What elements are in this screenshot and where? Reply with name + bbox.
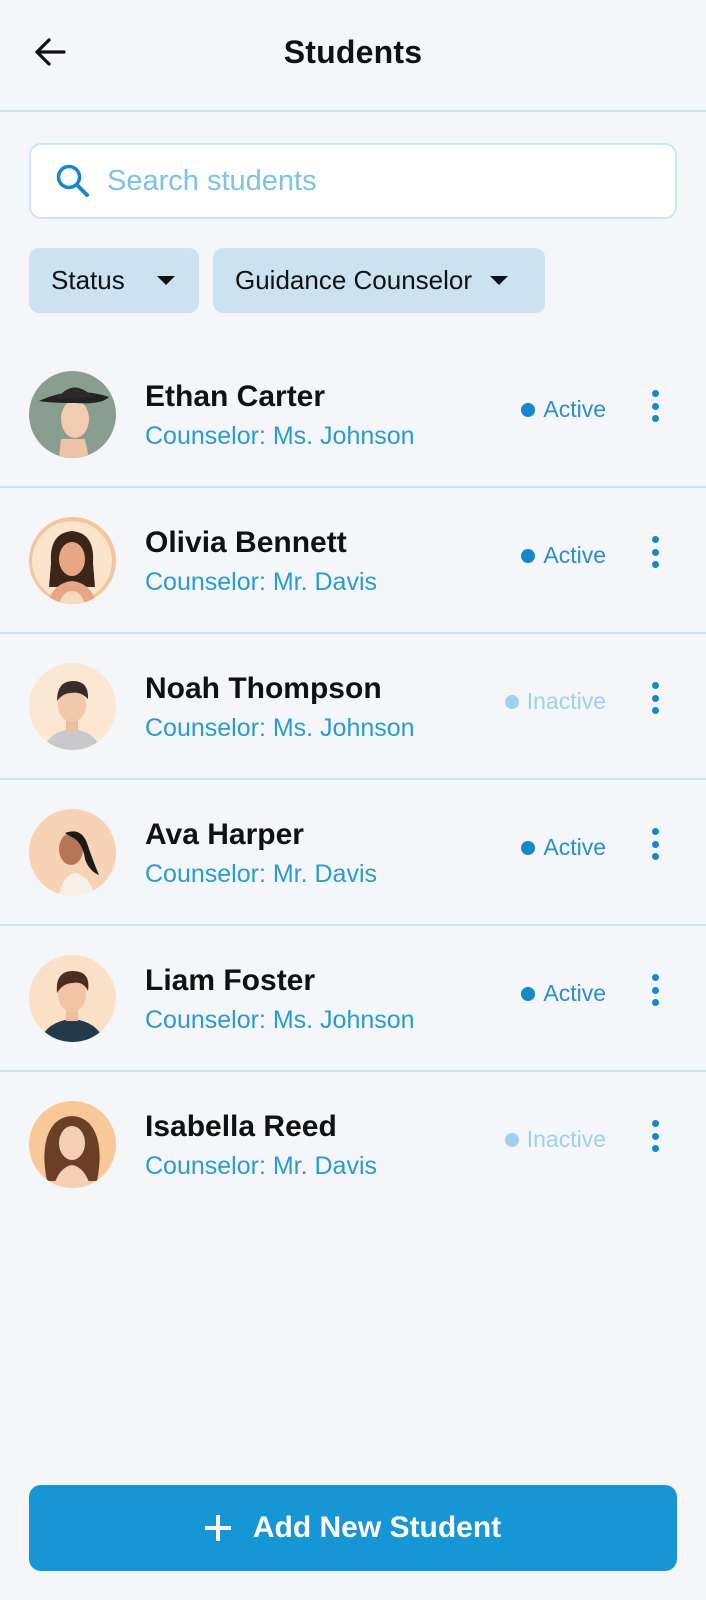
status-badge: Inactive xyxy=(504,1126,606,1153)
chevron-down-icon xyxy=(157,276,175,285)
student-counselor: Counselor: Mr. Davis xyxy=(145,568,378,596)
status-label: Active xyxy=(543,396,606,422)
status-label: Active xyxy=(543,980,606,1006)
student-row[interactable]: Noah Thompson Counselor: Ms. Johnson Ina… xyxy=(0,634,706,780)
student-counselor: Counselor: Ms. Johnson xyxy=(145,1006,415,1034)
more-vertical-icon xyxy=(651,682,659,689)
more-vertical-icon xyxy=(651,974,659,981)
student-counselor: Counselor: Mr. Davis xyxy=(145,1152,378,1180)
avatar xyxy=(29,1101,116,1188)
more-options-button[interactable] xyxy=(640,1116,670,1156)
status-label: Active xyxy=(543,542,606,568)
status-dot xyxy=(521,402,536,417)
status-filter-label: Status xyxy=(51,265,125,295)
add-new-student-button[interactable]: Add New Student xyxy=(29,1485,677,1571)
more-options-button[interactable] xyxy=(640,678,670,718)
page-title: Students xyxy=(283,34,423,70)
status-dot xyxy=(504,1132,519,1147)
search-input[interactable] xyxy=(105,163,629,199)
search-bar[interactable] xyxy=(29,143,677,219)
student-row[interactable]: Olivia Bennett Counselor: Mr. Davis Acti… xyxy=(0,488,706,634)
student-name: Ethan Carter xyxy=(145,380,326,413)
app-header: Students xyxy=(0,0,706,112)
status-dot xyxy=(521,986,536,1001)
avatar xyxy=(29,809,116,896)
more-options-button[interactable] xyxy=(640,970,670,1010)
chevron-down-icon xyxy=(490,276,508,285)
counselor-filter-label: Guidance Counselor xyxy=(235,265,473,295)
status-dot xyxy=(521,840,536,855)
student-counselor: Counselor: Mr. Davis xyxy=(145,860,378,888)
student-row[interactable]: Ethan Carter Counselor: Ms. Johnson Acti… xyxy=(0,342,706,488)
more-vertical-icon xyxy=(651,1120,659,1127)
student-name: Liam Foster xyxy=(145,964,316,997)
student-name: Noah Thompson xyxy=(145,672,382,705)
avatar xyxy=(29,955,116,1042)
more-options-button[interactable] xyxy=(640,824,670,864)
status-badge: Active xyxy=(521,980,606,1007)
search-icon xyxy=(53,161,93,201)
status-badge: Active xyxy=(521,542,606,569)
student-row[interactable]: Isabella Reed Counselor: Mr. Davis Inact… xyxy=(0,1072,706,1218)
status-badge: Inactive xyxy=(504,688,606,715)
status-badge: Active xyxy=(521,396,606,423)
student-list: Ethan Carter Counselor: Ms. Johnson Acti… xyxy=(0,342,706,1218)
student-counselor: Counselor: Ms. Johnson xyxy=(145,422,415,450)
plus-icon xyxy=(204,1515,231,1541)
student-counselor: Counselor: Ms. Johnson xyxy=(145,714,415,742)
status-label: Inactive xyxy=(526,1126,606,1152)
status-label: Inactive xyxy=(526,688,606,714)
student-name: Ava Harper xyxy=(145,818,304,851)
student-row[interactable]: Ava Harper Counselor: Mr. Davis Active xyxy=(0,780,706,926)
more-vertical-icon xyxy=(651,390,659,397)
student-name: Olivia Bennett xyxy=(145,526,347,559)
more-options-button[interactable] xyxy=(640,386,670,426)
status-dot xyxy=(521,548,536,563)
more-options-button[interactable] xyxy=(640,532,670,572)
status-filter-dropdown[interactable]: Status xyxy=(29,248,199,313)
student-name: Isabella Reed xyxy=(145,1110,337,1143)
more-vertical-icon xyxy=(651,536,659,543)
status-label: Active xyxy=(543,834,606,860)
avatar xyxy=(29,371,116,458)
avatar xyxy=(29,663,116,750)
avatar xyxy=(29,517,116,604)
status-dot xyxy=(504,694,519,709)
status-badge: Active xyxy=(521,834,606,861)
add-new-student-label: Add New Student xyxy=(252,1511,502,1544)
more-vertical-icon xyxy=(651,828,659,835)
counselor-filter-dropdown[interactable]: Guidance Counselor xyxy=(213,248,545,313)
student-row[interactable]: Liam Foster Counselor: Ms. Johnson Activ… xyxy=(0,926,706,1072)
